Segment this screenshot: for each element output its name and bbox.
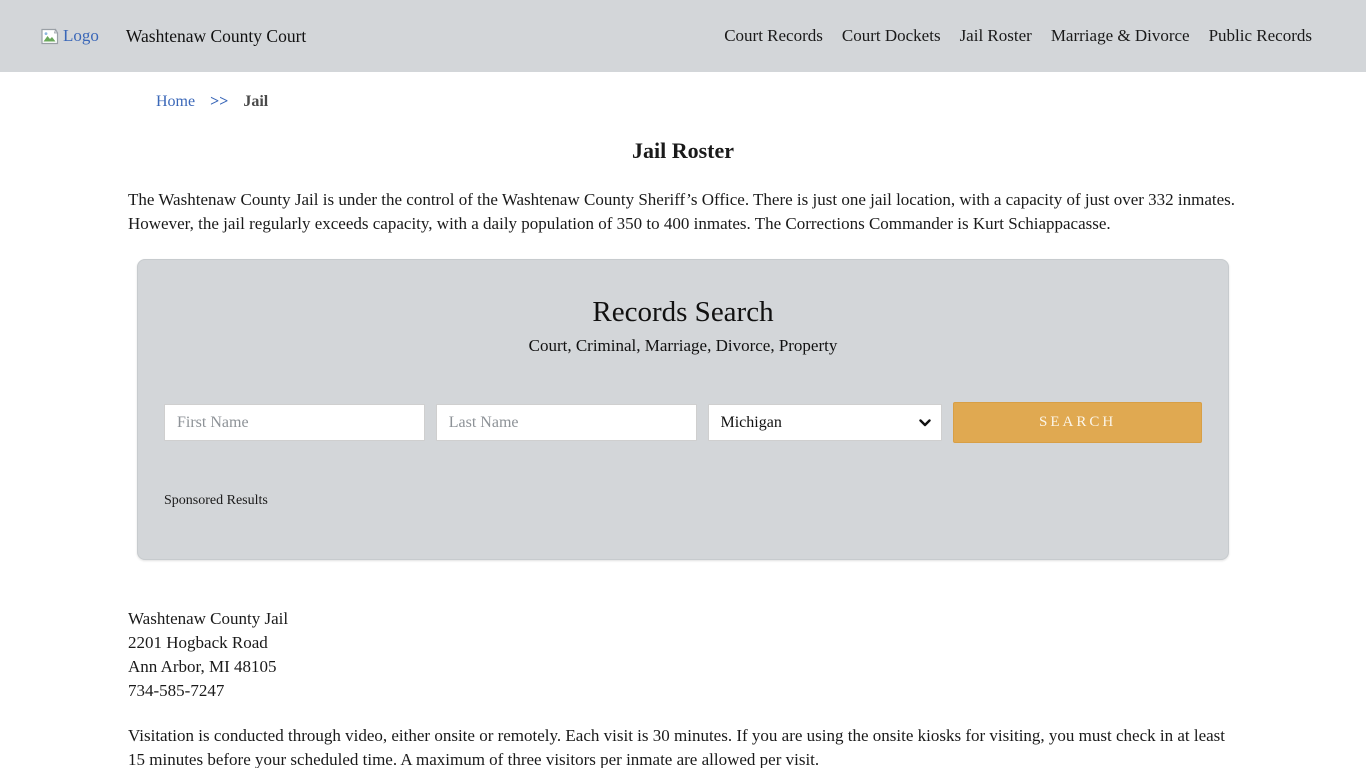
intro-paragraph: The Washtenaw County Jail is under the c… (128, 188, 1238, 236)
site-title: Washtenaw County Court (126, 26, 306, 47)
jail-name: Washtenaw County Jail (128, 607, 1238, 631)
last-name-input[interactable] (436, 404, 697, 441)
breadcrumb-current: Jail (243, 93, 268, 110)
logo-link[interactable]: Logo (40, 26, 99, 46)
nav-court-dockets[interactable]: Court Dockets (842, 26, 941, 46)
nav-jail-roster[interactable]: Jail Roster (960, 26, 1032, 46)
breadcrumb-home-link[interactable]: Home (156, 93, 195, 110)
records-search-panel: Records Search Court, Criminal, Marriage… (137, 259, 1229, 560)
breadcrumb-separator: >> (210, 93, 228, 110)
state-select[interactable]: Michigan (708, 404, 943, 441)
jail-phone: 734-585-7247 (128, 679, 1238, 703)
nav-public-records[interactable]: Public Records (1209, 26, 1312, 46)
first-name-input[interactable] (164, 404, 425, 441)
breadcrumb: Home >> Jail (128, 93, 1238, 111)
records-search-title: Records Search (164, 296, 1202, 329)
search-button[interactable]: SEARCH (953, 402, 1202, 443)
main-nav: Court Records Court Dockets Jail Roster … (724, 26, 1312, 46)
records-search-subtitle: Court, Criminal, Marriage, Divorce, Prop… (164, 336, 1202, 356)
jail-address-line1: 2201 Hogback Road (128, 631, 1238, 655)
logo-alt-text: Logo (63, 26, 99, 46)
nav-marriage-divorce[interactable]: Marriage & Divorce (1051, 26, 1190, 46)
main-content: Jail Roster The Washtenaw County Jail is… (128, 138, 1238, 768)
visitation-paragraph: Visitation is conducted through video, e… (128, 724, 1238, 768)
jail-address-line2: Ann Arbor, MI 48105 (128, 655, 1238, 679)
jail-address-block: Washtenaw County Jail 2201 Hogback Road … (128, 607, 1238, 703)
search-form-row: Michigan SEARCH (164, 402, 1202, 443)
state-select-wrap: Michigan (708, 404, 943, 441)
page-title: Jail Roster (128, 138, 1238, 164)
nav-court-records[interactable]: Court Records (724, 26, 823, 46)
broken-image-icon (40, 28, 60, 45)
sponsored-results-label: Sponsored Results (164, 493, 1202, 509)
header: Logo Washtenaw County Court Court Record… (0, 0, 1366, 72)
brand: Logo Washtenaw County Court (40, 26, 306, 47)
